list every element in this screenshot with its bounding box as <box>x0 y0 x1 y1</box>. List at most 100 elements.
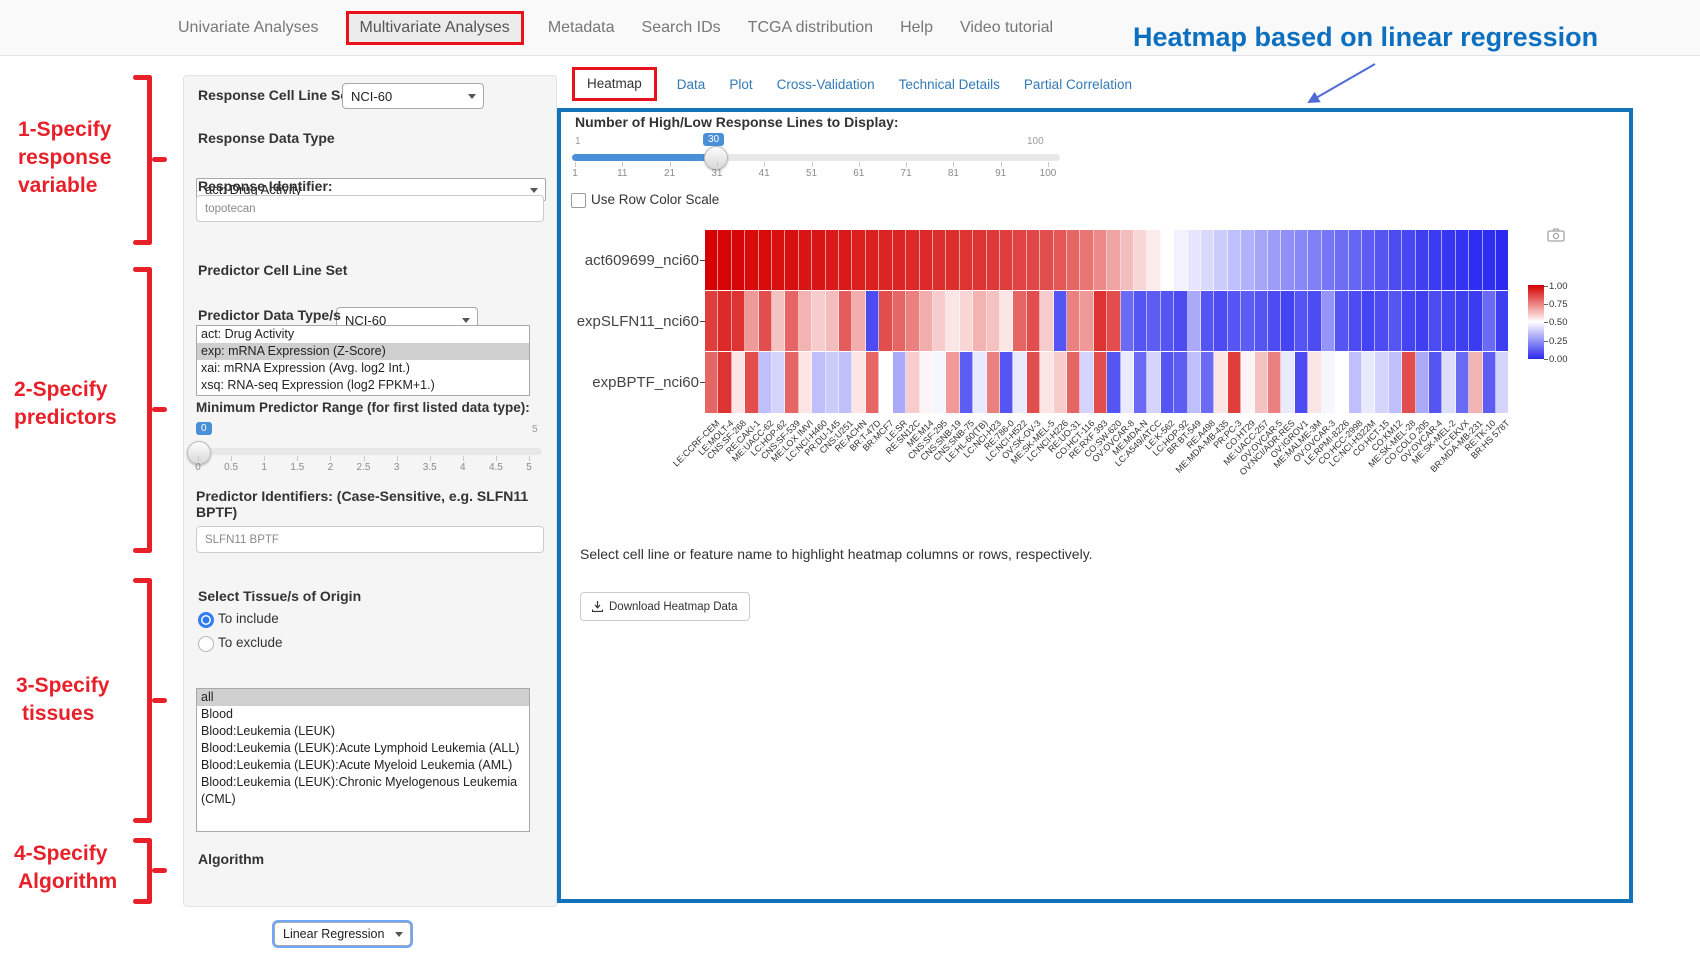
heatmap-cell[interactable] <box>946 352 959 413</box>
heatmap-cell[interactable] <box>852 352 865 413</box>
heatmap-cell[interactable] <box>839 230 852 290</box>
heatmap-cell[interactable] <box>1349 291 1362 351</box>
heatmap-cell[interactable] <box>1228 230 1241 290</box>
heatmap-cell[interactable] <box>732 352 745 413</box>
heatmap-cell[interactable] <box>772 352 785 413</box>
heatmap-cell[interactable] <box>1389 291 1402 351</box>
heatmap-cell[interactable] <box>1362 230 1375 290</box>
heatmap-cell[interactable] <box>1174 230 1187 290</box>
option-blood-leukemia-leuk-chronic-myelogenous-leukemia-cml[interactable]: Blood:Leukemia (LEUK):Chronic Myelogenou… <box>197 774 529 808</box>
tissue-include-label[interactable]: To include <box>218 611 279 626</box>
tab-plot[interactable]: Plot <box>729 77 752 92</box>
heatmap-cell[interactable] <box>1295 352 1308 413</box>
heatmap-cell[interactable] <box>1228 291 1241 351</box>
heatmap-cell[interactable] <box>1442 230 1455 290</box>
heatmap-cell[interactable] <box>960 230 973 290</box>
heatmap-cell[interactable] <box>1214 230 1227 290</box>
heatmap-cell[interactable] <box>1067 352 1080 413</box>
heatmap-cell[interactable] <box>1040 352 1053 413</box>
heatmap-cell[interactable] <box>893 230 906 290</box>
option-all[interactable]: all <box>197 689 529 706</box>
tab-technical-details[interactable]: Technical Details <box>899 77 1000 92</box>
heatmap-cell[interactable] <box>839 352 852 413</box>
response-cell-line-set-select[interactable]: NCI-60 <box>342 83 484 109</box>
heatmap-cell[interactable] <box>1188 352 1201 413</box>
heatmap-cell[interactable] <box>920 230 933 290</box>
heatmap-cell[interactable] <box>705 352 718 413</box>
heatmap-cell[interactable] <box>1496 352 1508 413</box>
heatmap-cell[interactable] <box>906 291 919 351</box>
heatmap-cell[interactable] <box>1295 230 1308 290</box>
heatmap-cell[interactable] <box>1121 291 1134 351</box>
heatmap-cell[interactable] <box>799 230 812 290</box>
heatmap-cell[interactable] <box>866 291 879 351</box>
heatmap-cell[interactable] <box>1349 230 1362 290</box>
heatmap-cell[interactable] <box>1201 291 1214 351</box>
heatmap-cell[interactable] <box>1147 352 1160 413</box>
heatmap-grid[interactable] <box>705 230 1508 413</box>
heatmap-cell[interactable] <box>1496 230 1508 290</box>
option-act-drug-activity[interactable]: act: Drug Activity <box>197 326 529 343</box>
heatmap-cell[interactable] <box>1027 352 1040 413</box>
heatmap-cell[interactable] <box>1375 291 1388 351</box>
heatmap-cell[interactable] <box>718 230 731 290</box>
heatmap-cell[interactable] <box>732 291 745 351</box>
heatmap-cell[interactable] <box>785 291 798 351</box>
camera-icon[interactable] <box>1547 228 1565 242</box>
row-label-act609699-nci60[interactable]: act609699_nci60 <box>561 252 699 269</box>
heatmap-cell[interactable] <box>933 291 946 351</box>
heatmap-cell[interactable] <box>799 352 812 413</box>
nav-item-help[interactable]: Help <box>900 19 933 37</box>
heatmap-cell[interactable] <box>1000 352 1013 413</box>
tissue-include-radio[interactable] <box>198 612 214 628</box>
heatmap-cell[interactable] <box>1295 291 1308 351</box>
heatmap-cell[interactable] <box>732 230 745 290</box>
heatmap-cell[interactable] <box>987 352 1000 413</box>
min-range-slider-track[interactable] <box>196 448 542 455</box>
algorithm-select[interactable]: Linear Regression <box>274 922 411 946</box>
heatmap-cell[interactable] <box>772 230 785 290</box>
heatmap-cell[interactable] <box>1335 230 1348 290</box>
heatmap-cell[interactable] <box>1483 230 1496 290</box>
heatmap-cell[interactable] <box>1188 291 1201 351</box>
heatmap-cell[interactable] <box>906 352 919 413</box>
heatmap-cell[interactable] <box>1416 291 1429 351</box>
heatmap-cell[interactable] <box>1268 230 1281 290</box>
heatmap-cell[interactable] <box>1094 352 1107 413</box>
heatmap-cell[interactable] <box>879 352 892 413</box>
heatmap-cell[interactable] <box>812 352 825 413</box>
heatmap-cell[interactable] <box>920 352 933 413</box>
heatmap-cell[interactable] <box>1161 352 1174 413</box>
heatmap-cell[interactable] <box>1067 230 1080 290</box>
heatmap-cell[interactable] <box>960 291 973 351</box>
predictor-data-types-listbox[interactable]: act: Drug Activityexp: mRNA Expression (… <box>196 325 530 396</box>
heatmap-cell[interactable] <box>1469 230 1482 290</box>
nav-item-metadata[interactable]: Metadata <box>548 19 615 37</box>
nav-item-search-ids[interactable]: Search IDs <box>642 19 721 37</box>
heatmap-cell[interactable] <box>1027 291 1040 351</box>
heatmap-cell[interactable] <box>1054 291 1067 351</box>
heatmap-cell[interactable] <box>1375 230 1388 290</box>
nav-item-video-tutorial[interactable]: Video tutorial <box>960 19 1053 37</box>
heatmap-cell[interactable] <box>1308 352 1321 413</box>
heatmap-cell[interactable] <box>866 352 879 413</box>
heatmap-cell[interactable] <box>1416 230 1429 290</box>
heatmap-cell[interactable] <box>1456 352 1469 413</box>
heatmap-cell[interactable] <box>718 291 731 351</box>
heatmap-cell[interactable] <box>1161 230 1174 290</box>
heatmap-cell[interactable] <box>1389 352 1402 413</box>
row-label-expbptf-nci60[interactable]: expBPTF_nci60 <box>561 374 699 391</box>
heatmap-cell[interactable] <box>1255 291 1268 351</box>
heatmap-cell[interactable] <box>1349 352 1362 413</box>
heatmap-cell[interactable] <box>987 230 1000 290</box>
heatmap-cell[interactable] <box>1201 230 1214 290</box>
heatmap-cell[interactable] <box>826 291 839 351</box>
option-blood-leukemia-leuk-acute-myeloid-leukemia-aml[interactable]: Blood:Leukemia (LEUK):Acute Myeloid Leuk… <box>197 757 529 774</box>
heatmap-cell[interactable] <box>1429 352 1442 413</box>
heatmap-cell[interactable] <box>1121 352 1134 413</box>
heatmap-cell[interactable] <box>1241 291 1254 351</box>
heatmap-cell[interactable] <box>718 352 731 413</box>
heatmap-cell[interactable] <box>785 352 798 413</box>
heatmap-cell[interactable] <box>1268 291 1281 351</box>
heatmap-cell[interactable] <box>1147 291 1160 351</box>
